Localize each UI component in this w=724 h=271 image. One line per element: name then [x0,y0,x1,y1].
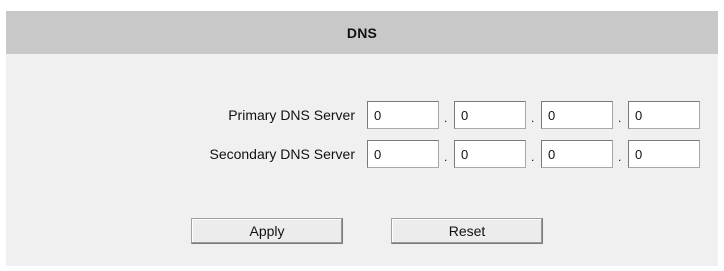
octet-separator: . [618,150,622,164]
octet-separator: . [444,111,448,125]
octet-separator: . [531,150,535,164]
primary-dns-row: Primary DNS Server . . . [6,101,718,131]
secondary-dns-octet-1[interactable] [367,140,439,168]
apply-button[interactable]: Apply [191,218,343,244]
primary-dns-octet-3[interactable] [541,101,613,129]
primary-dns-octet-1[interactable] [367,101,439,129]
secondary-dns-octet-2[interactable] [454,140,526,168]
primary-dns-octet-4[interactable] [628,101,700,129]
reset-button[interactable]: Reset [391,218,543,244]
primary-dns-octet-2[interactable] [454,101,526,129]
action-row: Apply Reset [6,218,718,248]
octet-separator: . [618,111,622,125]
page-title: DNS [346,24,378,41]
primary-dns-label: Primary DNS Server [228,107,355,123]
secondary-dns-octet-3[interactable] [541,140,613,168]
panel-header: DNS [6,11,718,54]
secondary-dns-octet-4[interactable] [628,140,700,168]
dns-panel: DNS Primary DNS Server . . . Secondary D… [6,11,718,266]
secondary-dns-row: Secondary DNS Server . . . [6,140,718,170]
octet-separator: . [444,150,448,164]
secondary-dns-label: Secondary DNS Server [209,146,355,162]
octet-separator: . [531,111,535,125]
